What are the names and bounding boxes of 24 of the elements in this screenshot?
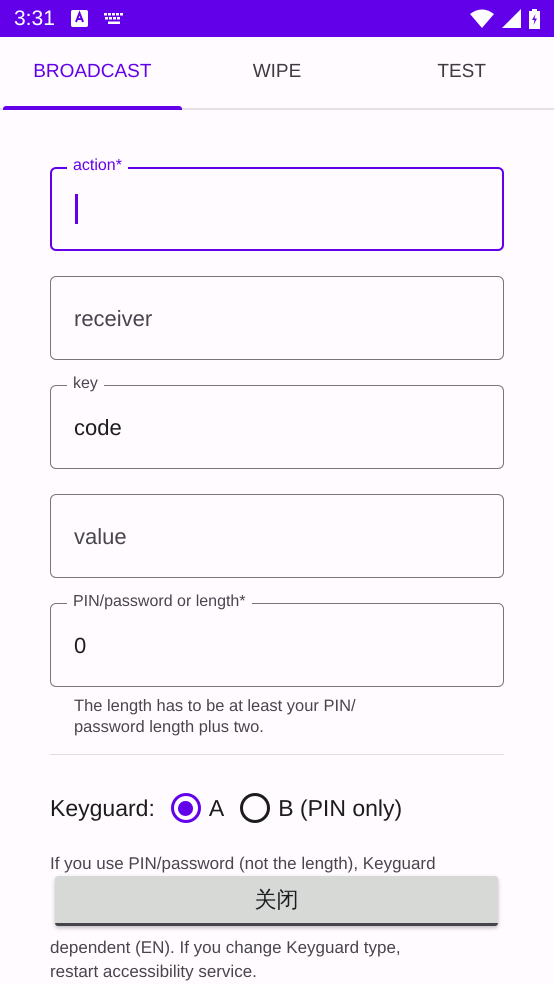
tab[interactable]: TEST [369, 37, 554, 108]
radio-label[interactable]: A [208, 791, 224, 826]
wifi-icon [470, 9, 494, 28]
battery-icon [529, 8, 540, 28]
helper-text: The length has to be at least your PIN/ password length plus two. [74, 696, 357, 738]
status-time: 3:31 [14, 6, 55, 32]
note-text: dependent (EN). If you change Keyguard type, [50, 938, 401, 956]
tab[interactable]: WIPE [184, 37, 370, 108]
close-toast-button[interactable]: 关闭 [55, 876, 498, 926]
keyboard-icon [104, 12, 124, 24]
font-icon [70, 10, 88, 27]
radio-label[interactable]: B (PIN only) [278, 791, 402, 826]
signal-icon [502, 9, 521, 28]
radio-button[interactable] [170, 793, 201, 824]
field-label: key [67, 374, 104, 394]
input-field[interactable]: value [50, 494, 504, 578]
note-text: If you use PIN/password (not the length), Keyguard [50, 854, 436, 872]
input-field[interactable]: receiver [50, 276, 504, 360]
note-text: restart accessibility service. [50, 962, 257, 980]
keyguard-label: Keyguard: [50, 794, 155, 823]
radio-button[interactable] [240, 793, 270, 824]
text-cursor [75, 194, 78, 224]
field-label: PIN/password or length* [67, 592, 252, 612]
tab[interactable]: BROADCAST [0, 37, 185, 108]
